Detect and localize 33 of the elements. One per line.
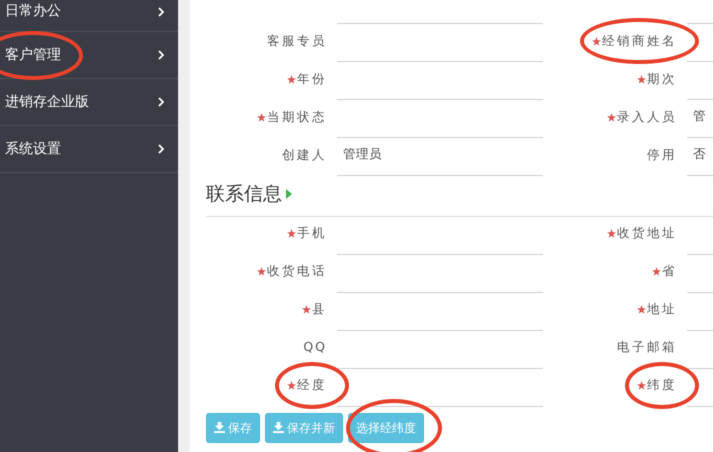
input-field[interactable]: 否 <box>687 138 713 176</box>
sidebar-item[interactable]: 日常办公 <box>5 1 61 22</box>
field-label: 创建人 <box>282 146 327 164</box>
chevron-right-icon <box>158 144 164 154</box>
field-label: 省 <box>662 262 677 280</box>
sidebar-item[interactable]: 进销存企业版 <box>5 92 89 112</box>
download-icon <box>273 422 284 433</box>
sidebar-item[interactable]: 客户管理 <box>5 44 61 66</box>
field-label: 录入人员 <box>617 108 677 126</box>
field-label: 收货电话 <box>267 262 327 280</box>
field-label: 电子邮箱 <box>617 338 677 356</box>
sidebar-item[interactable]: 系统设置 <box>5 138 61 160</box>
field-label: 地址 <box>647 300 677 318</box>
triangle-icon <box>286 189 292 200</box>
field-label: 收货地址 <box>617 224 677 242</box>
field-label: 纬度 <box>647 376 677 394</box>
field-label: 当期状态 <box>267 108 327 126</box>
field-label: 客服专员 <box>267 32 327 50</box>
field-label: 经度 <box>297 376 327 394</box>
field-label: 期次 <box>647 70 677 88</box>
chevron-right-icon <box>158 50 164 60</box>
section-title: 联系信息 <box>206 182 282 207</box>
field-label: 停用 <box>647 146 677 164</box>
field-label: QQ <box>303 338 327 356</box>
field-label: 手机 <box>297 224 327 242</box>
download-icon <box>214 422 225 433</box>
field-label: 经销商姓名 <box>602 32 677 50</box>
chevron-right-icon <box>158 97 164 107</box>
field-label: 年份 <box>297 70 327 88</box>
chevron-right-icon <box>158 6 164 16</box>
field-label: 县 <box>312 300 327 318</box>
input-field[interactable]: 管 <box>687 100 713 138</box>
input-field[interactable]: 管理员 <box>337 138 543 176</box>
